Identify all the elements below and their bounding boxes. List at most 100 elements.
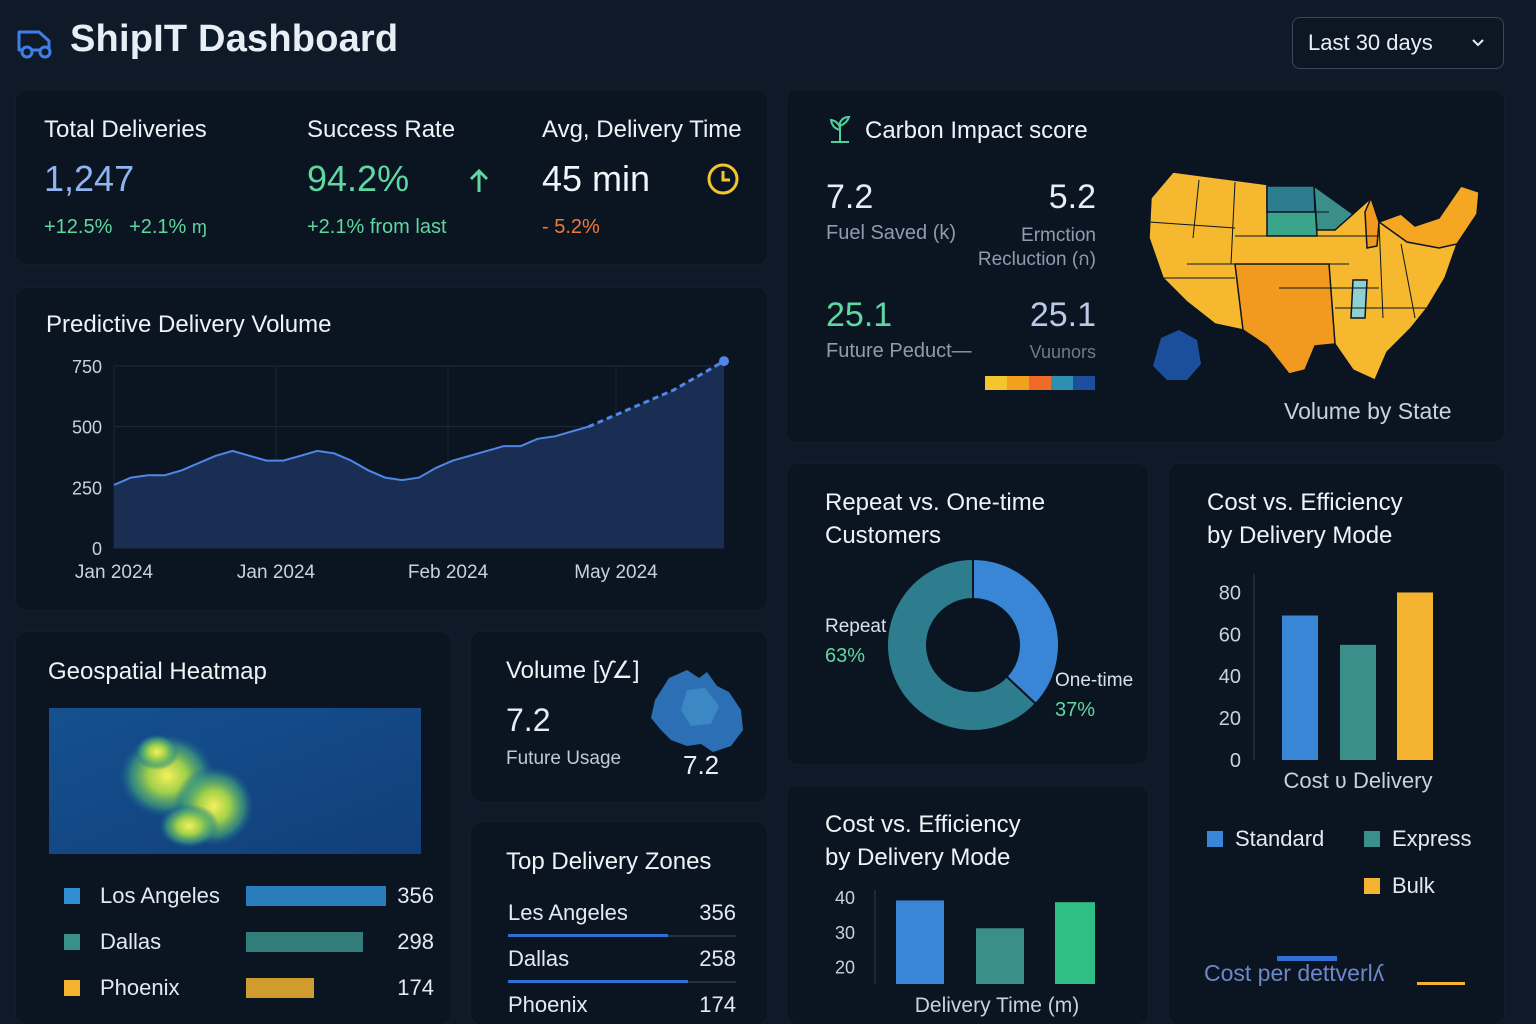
y-tick-label: 20 (1219, 708, 1241, 730)
clock-icon (707, 163, 739, 195)
carbon-scale-bar (985, 376, 1095, 390)
y-tick-label: 30 (835, 923, 855, 943)
slice-name-label: One-time (1055, 670, 1133, 691)
legend-swatch (1364, 831, 1380, 847)
bar-bulk (1397, 592, 1433, 760)
map-label: Volume by State (1284, 398, 1452, 424)
y-tick-label: 60 (1219, 624, 1241, 646)
kpi-change: +2.1% from last (307, 216, 447, 238)
top-zone-row: Dallas 258 (508, 946, 736, 983)
top-zone-row: Phoenix 174 (508, 992, 736, 1018)
y-tick-label: 0 (1230, 750, 1241, 772)
kpi-success-rate: Success Rate 94.2% +2.1% from last (307, 116, 455, 239)
legend-label: Express (1392, 826, 1472, 851)
zone-bar (246, 978, 315, 998)
truck-logo-icon (17, 30, 52, 59)
customers-donut-chart: Repeat 63% One-time 37% (825, 557, 1133, 732)
footer-accent (1417, 982, 1465, 985)
bar (1055, 902, 1095, 984)
metric-value: 5.2 (1048, 178, 1096, 216)
zone-value: 298 (397, 929, 434, 954)
y-tick-label: 40 (835, 888, 855, 908)
us-state-map (1148, 171, 1480, 381)
date-range-dropdown[interactable]: Last 30 days (1292, 17, 1504, 69)
y-tick-label: 80 (1219, 582, 1241, 604)
kpi-value: 1,247 (44, 158, 135, 199)
metric-label: Ermction Recluction (ก) (977, 225, 1096, 270)
bar-express (1340, 644, 1376, 760)
zone-bar (246, 886, 386, 906)
cost-large-bar-chart: 0 20 40 60 80 Cost ʋ Delivery (1219, 574, 1433, 793)
predictive-volume-chart: 0 250 500 750 Jan 2024 Jan 2024 Feb 2024 May 20… (72, 356, 729, 583)
footer-accent (1277, 956, 1337, 961)
top-zones-title: Top Delivery Zones (506, 848, 712, 875)
cost-efficiency-large-card: Cost vs. Efficiency by Delivery Mode 0 20… (1169, 464, 1504, 1024)
volume-value: 7.2 (506, 702, 551, 738)
legend-item-standard: Standard (1207, 826, 1324, 852)
kpi-label: Success Rate (307, 116, 456, 143)
zone-row: Los Angeles 356 (64, 878, 436, 914)
metric-label: Fuel Saved (k) (826, 222, 957, 244)
x-tick-label: Feb 2024 (408, 562, 489, 583)
donut-slice-one-time (972, 557, 1060, 706)
predictive-volume-card: Predictive Delivery Volume 0 250 500 750 Jan… (16, 288, 767, 610)
top-zone-value: 356 (699, 900, 736, 925)
zone-row: Phoenix 174 (64, 970, 436, 1006)
kpi-label: Avg, Delivery Time (542, 116, 742, 143)
kpi-label: Total Deliveries (44, 116, 207, 143)
metric-label: Future Peduct— (826, 340, 972, 362)
cost-efficiency-small-card: Cost vs. Efficiency by Delivery Mode 20 3… (787, 786, 1148, 1024)
zone-swatch (64, 888, 80, 904)
zone-name: Dallas (100, 929, 162, 954)
volume-small-card: Volume [ƴ∠] 7.2 Future Usage 7.2 (471, 632, 767, 802)
map-value: 7.2 (683, 750, 720, 780)
zone-swatch (64, 980, 80, 996)
forecast-end-point (719, 356, 729, 367)
top-zone-bar (508, 980, 688, 983)
volume-label: Future Usage (506, 748, 622, 769)
legend-item-express: Express (1364, 826, 1471, 852)
x-tick-label: Jan 2024 (237, 562, 316, 583)
bar-standard (1282, 615, 1318, 760)
zone-bar (246, 932, 364, 952)
metric-label: Vuunors (1029, 342, 1096, 362)
top-zone-value: 258 (699, 946, 736, 971)
area-fill (114, 361, 724, 548)
x-axis-label: Delivery Time (m) (915, 994, 1080, 1017)
app-title: ShipIT Dashboard (70, 18, 399, 60)
heatmap-image (49, 708, 421, 854)
slice-name-label: Repeat (825, 616, 887, 637)
carbon-impact-card: Carbon Impact score 7.2 Fuel Saved (k) 5… (787, 90, 1504, 442)
metric-value: 25.1 (1029, 296, 1096, 334)
top-zone-bar (508, 934, 668, 937)
top-delivery-zones-card: Top Delivery Zones Les Angeles 356 Dallas 2… (471, 822, 767, 1024)
volume-title: Volume [ƴ∠] (506, 657, 640, 684)
legend-item-bulk: Bulk (1364, 873, 1435, 899)
slice-percent-label: 37% (1055, 699, 1095, 721)
legend-label: Bulk (1392, 873, 1435, 898)
top-zone-value: 174 (699, 992, 736, 1017)
legend-label: Standard (1235, 826, 1325, 851)
australia-map (651, 670, 743, 752)
x-axis-label: Cost ʋ Delivery (1284, 768, 1433, 793)
zone-name: Los Angeles (100, 883, 220, 908)
chevron-down-icon (1472, 39, 1484, 47)
y-tick-label: 500 (72, 418, 102, 438)
y-tick-label: 250 (72, 478, 102, 498)
zone-row: Dallas 298 (64, 924, 436, 960)
y-tick-label: 40 (1219, 666, 1241, 688)
kpi-value: 94.2% (307, 158, 410, 199)
arrow-up-icon (469, 168, 489, 192)
zone-value: 174 (397, 975, 434, 1000)
slice-percent-label: 63% (825, 645, 865, 667)
geospatial-heatmap-card: Geospatial Heatmap Los Angeles 356 Dallas 2… (16, 632, 451, 1024)
customers-card: Repeat vs. One-time Customers Repeat 63% O… (787, 464, 1148, 764)
y-tick-label: 0 (92, 539, 102, 559)
x-tick-label: May 2024 (574, 562, 658, 583)
kpi-change: +12.5% +2.1% ɱ (44, 216, 207, 238)
zone-swatch (64, 934, 80, 950)
bar (896, 900, 944, 984)
zone-value: 356 (397, 883, 434, 908)
carbon-title: Carbon Impact score (865, 117, 1088, 144)
y-tick-label: 750 (72, 357, 102, 377)
